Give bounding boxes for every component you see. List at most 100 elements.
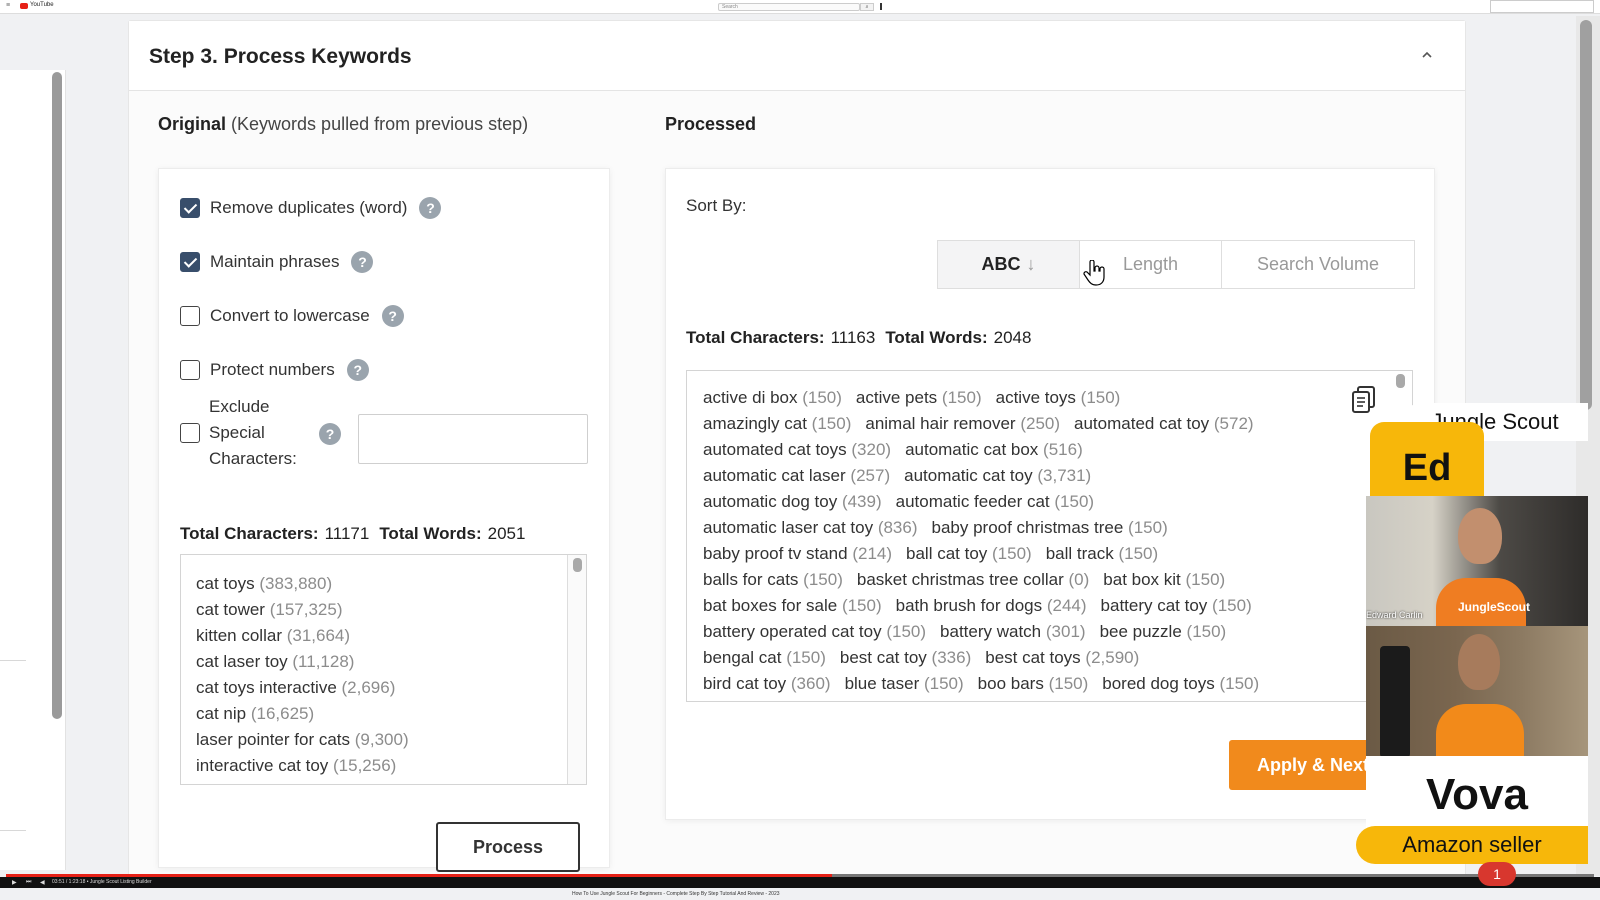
volume-icon[interactable]: ◀ (40, 879, 45, 886)
processed-keyword: automatic cat box (516) (905, 440, 1083, 459)
chevron-up-icon[interactable] (1421, 49, 1433, 61)
sort-abc-button[interactable]: ABC ↓ (938, 241, 1080, 288)
divider (0, 830, 26, 831)
host-webcam: JungleScout Edward Carlin (1366, 496, 1588, 626)
processed-keyword: bengal cat (150) (703, 648, 826, 667)
keyword-term: bat boxes for sale (703, 596, 838, 615)
card-header[interactable]: Step 3. Process Keywords (129, 21, 1465, 91)
sort-search-volume-button[interactable]: Search Volume (1222, 241, 1414, 288)
processed-keyword: ball track (150) (1046, 544, 1158, 563)
processed-line: bengal cat (150) best cat toy (336) best c… (703, 645, 1343, 671)
keyword-volume: (244) (1046, 596, 1087, 615)
keyword-volume: (150) (811, 414, 852, 433)
list-scrollbar[interactable] (1396, 374, 1405, 388)
keyword-term: amazingly cat (703, 414, 807, 433)
list-scrollbar-track[interactable] (567, 555, 586, 784)
processed-line: active di box (150) active pets (150) acti… (703, 385, 1343, 411)
processed-keyword: blue taser (150) (845, 674, 964, 693)
help-icon[interactable]: ? (346, 359, 369, 381)
copy-icon[interactable] (1350, 385, 1378, 415)
next-icon[interactable]: ⏭ (26, 879, 31, 886)
keyword-volume: (150) (841, 596, 882, 615)
exclude-characters-input[interactable] (358, 414, 588, 464)
processed-line: automatic laser cat toy (836) baby proof … (703, 515, 1343, 541)
maintain-phrases-checkbox[interactable] (180, 252, 200, 272)
search-icon[interactable]: ⌕ (860, 3, 874, 11)
keyword-item: cat laser toy (11,128) (196, 649, 409, 675)
total-words-value: 2048 (993, 328, 1032, 347)
keyword-term: bee puzzle (1099, 622, 1182, 641)
keyword-term: cat tower (196, 600, 265, 619)
total-characters-label: Total Characters: (180, 524, 319, 543)
keyword-term: automatic cat toy (904, 466, 1033, 485)
keyword-volume: (11,128) (292, 652, 355, 671)
option-protect-numbers[interactable]: Protect numbers ? (180, 358, 369, 382)
option-remove-duplicates[interactable]: Remove duplicates (word) ? (180, 196, 442, 220)
keyword-volume: (150) (803, 570, 843, 589)
help-icon[interactable]: ? (351, 251, 374, 273)
keyword-term: automatic cat box (905, 440, 1039, 459)
apply-next-button[interactable]: Apply & Next (1229, 740, 1379, 790)
original-keyword-list[interactable]: cat toys (383,880) cat tower (157,325) kit… (180, 554, 587, 785)
play-icon[interactable]: ▶ (12, 879, 17, 886)
keyword-volume: (16,625) (250, 704, 315, 723)
processed-keyword: baby proof tv stand (214) (703, 544, 892, 563)
process-button[interactable]: Process (436, 822, 580, 872)
site-name[interactable]: YouTube (30, 2, 54, 8)
exclude-special-label: Exclude Special Characters: (209, 394, 319, 472)
keyword-item: laser pointer for cats (9,300) (196, 727, 409, 753)
exclude-special-checkbox[interactable] (180, 423, 200, 443)
account-area[interactable] (1490, 0, 1594, 13)
total-characters-value: 11163 (830, 328, 876, 347)
convert-lowercase-checkbox[interactable] (180, 306, 200, 326)
time-value: 03:51 / 1:23:18 (52, 879, 86, 885)
option-label: Maintain phrases (210, 252, 340, 271)
keyword-term: cat laser toy (196, 652, 288, 671)
protect-numbers-checkbox[interactable] (180, 360, 200, 380)
remove-duplicates-checkbox[interactable] (180, 198, 200, 218)
keyword-term: cat toys interactive (196, 678, 337, 697)
keyword-term: bird cat toy (703, 674, 787, 693)
menu-icon[interactable]: ≡ (6, 2, 10, 9)
processed-keyword-list[interactable]: active di box (150) active pets (150) acti… (686, 370, 1413, 702)
microphone-icon[interactable] (880, 3, 882, 10)
processed-keyword: battery operated cat toy (150) (703, 622, 926, 641)
keyword-volume: (15,256) (333, 756, 397, 775)
keyword-item: cat toys interactive (2,696) (196, 675, 409, 701)
page-scrollbar[interactable] (1580, 20, 1592, 410)
processed-keyword: bath brush for dogs (244) (896, 596, 1087, 615)
help-icon[interactable]: ? (319, 423, 341, 445)
option-maintain-phrases[interactable]: Maintain phrases ? (180, 250, 374, 274)
search-input[interactable]: Search (718, 3, 860, 11)
keyword-term: battery watch (940, 622, 1042, 641)
processed-keyword: active di box (150) (703, 388, 842, 407)
keyword-volume: (320) (851, 440, 892, 459)
list-scrollbar[interactable] (573, 558, 582, 572)
left-scrollbar[interactable] (52, 72, 62, 719)
processed-line: baby proof tv stand (214) ball cat toy (1… (703, 541, 1343, 567)
keyword-volume: (150) (923, 674, 964, 693)
label-line: Special (209, 423, 265, 442)
keyword-term: animal hair remover (865, 414, 1016, 433)
keyword-term: best cat toy (839, 648, 927, 667)
option-convert-lowercase[interactable]: Convert to lowercase ? (180, 304, 404, 328)
processed-keyword: bee puzzle (150) (1100, 622, 1227, 641)
youtube-logo-icon[interactable] (20, 3, 28, 9)
help-icon[interactable]: ? (381, 305, 404, 327)
keyword-volume: (3,731) (1037, 466, 1092, 485)
keyword-term: interactive cat toy (196, 756, 329, 775)
keyword-volume: (150) (1219, 674, 1260, 693)
processed-line: automatic dog toy (439) automatic feeder … (703, 489, 1343, 515)
processed-keyword: baby proof christmas tree (150) (932, 518, 1168, 537)
help-icon[interactable]: ? (419, 197, 442, 219)
processed-keyword: bat box kit (150) (1103, 570, 1225, 589)
keyword-volume: (336) (931, 648, 972, 667)
time-readout: 03:51 / 1:23:18 • Jungle Scout Listing B… (52, 879, 152, 885)
keyword-term: kitten collar (196, 626, 282, 645)
keyword-term: blue taser (844, 674, 920, 693)
keyword-term: active toys (995, 388, 1076, 407)
notification-badge[interactable]: 1 (1478, 862, 1516, 886)
keyword-term: automatic feeder cat (895, 492, 1050, 511)
keyword-term: ball track (1045, 544, 1114, 563)
keyword-volume: (214) (852, 544, 893, 563)
